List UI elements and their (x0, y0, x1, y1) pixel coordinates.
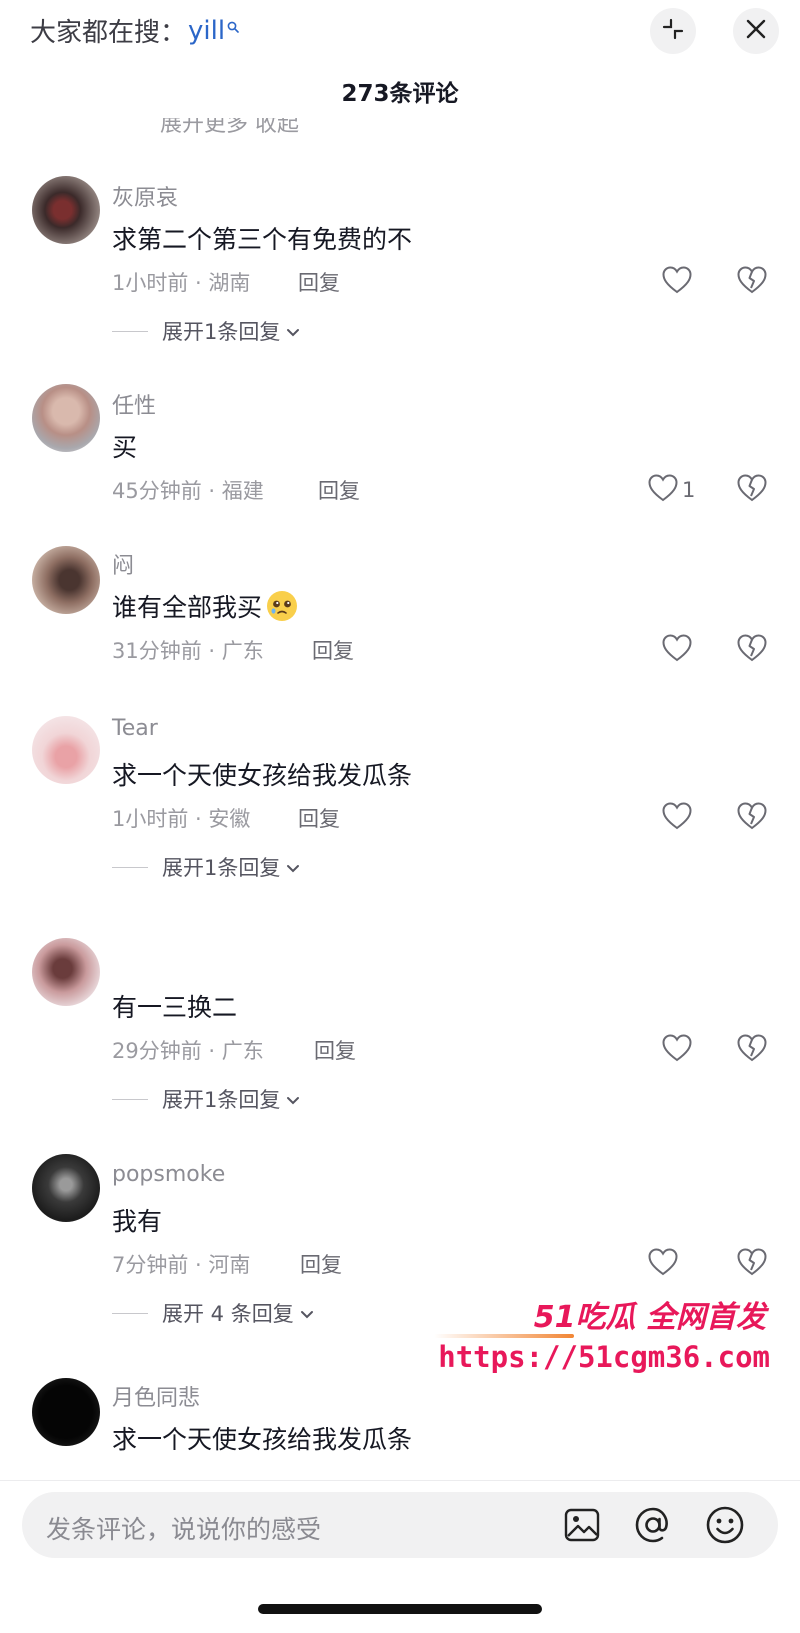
expand-replies[interactable]: 展开1条回复 (112, 316, 300, 346)
dislike-button[interactable] (737, 1248, 767, 1280)
crying-emoji-icon (265, 589, 299, 623)
comment-count-title: 273条评论 (341, 81, 459, 107)
comment-input[interactable]: 发条评论，说说你的感受 (22, 1492, 778, 1558)
like-button[interactable] (662, 802, 692, 834)
dislike-icon (737, 802, 767, 834)
like-button[interactable] (662, 266, 692, 298)
expand-replies-label: 展开1条回复 (162, 1088, 281, 1112)
dislike-icon (737, 634, 767, 666)
reply-button[interactable]: 回复 (314, 1035, 356, 1065)
avatar[interactable] (32, 176, 100, 244)
chevron-down-icon (286, 319, 300, 343)
clipped-previous-actions: 展开更多 收起 (160, 118, 299, 137)
watermark: 51吃瓜 全网首发 https://51cgm36.com (430, 1292, 786, 1392)
comment-text[interactable]: 谁有全部我买 (112, 588, 299, 624)
comment-time-location: 7分钟前 · 河南 (112, 1253, 251, 1277)
reply-button[interactable]: 回复 (312, 635, 354, 665)
avatar[interactable] (32, 384, 100, 452)
like-count: 1 (682, 478, 696, 502)
comment-username[interactable]: popsmoke (112, 1162, 225, 1187)
comment-username[interactable]: 任性 (112, 388, 156, 420)
reply-button[interactable]: 回复 (298, 267, 340, 297)
expand-replies[interactable]: 展开 4 条回复 (112, 1298, 314, 1328)
dislike-icon (737, 1034, 767, 1066)
heart-icon (648, 474, 678, 506)
like-button[interactable] (662, 1034, 692, 1066)
chevron-down-icon (286, 1087, 300, 1111)
reply-button[interactable]: 回复 (298, 803, 340, 833)
dislike-icon (737, 474, 767, 506)
avatar[interactable] (32, 938, 100, 1006)
expand-replies-label: 展开1条回复 (162, 856, 281, 880)
expand-divider (112, 866, 148, 868)
close-button[interactable] (733, 8, 779, 54)
search-hint-keyword[interactable]: yill (188, 16, 225, 46)
comment-text[interactable]: 买 (112, 428, 137, 464)
close-icon (745, 18, 767, 44)
comment-text[interactable]: 求一个天使女孩给我发瓜条 (112, 756, 412, 792)
like-button[interactable] (662, 634, 692, 666)
chevron-down-icon (286, 855, 300, 879)
search-suggestion[interactable]: 大家都在搜： yill (30, 12, 239, 49)
comment-text[interactable]: 我有 (112, 1202, 162, 1238)
dislike-button[interactable] (737, 1034, 767, 1066)
comment-text[interactable]: 求一个天使女孩给我发瓜条 (112, 1420, 412, 1456)
avatar[interactable] (32, 546, 100, 614)
comment-text-content: 谁有全部我买 (112, 593, 263, 622)
like-button[interactable] (648, 1248, 678, 1280)
minimize-icon (661, 17, 685, 45)
heart-icon (662, 266, 692, 298)
comment-username[interactable]: Tear (112, 716, 158, 741)
search-hint-prefix: 大家都在搜： (30, 18, 187, 48)
comment-time-location: 1小时前 · 安徽 (112, 807, 251, 831)
heart-icon (648, 1248, 678, 1280)
comment-time-location: 29分钟前 · 广东 (112, 1039, 264, 1063)
avatar[interactable] (32, 1378, 100, 1446)
like-button[interactable]: 1 (648, 474, 695, 506)
avatar[interactable] (32, 1154, 100, 1222)
expand-replies-label: 展开 4 条回复 (162, 1302, 294, 1326)
reply-button[interactable]: 回复 (318, 475, 360, 505)
comment-time-location: 31分钟前 · 广东 (112, 639, 264, 663)
comment-text[interactable]: 有一三换二 (112, 988, 237, 1024)
expand-replies[interactable]: 展开1条回复 (112, 852, 300, 882)
heart-icon (662, 1034, 692, 1066)
expand-divider (112, 330, 148, 332)
at-icon[interactable] (634, 1506, 672, 1548)
comment-text[interactable]: 求第二个第三个有免费的不 (112, 220, 412, 256)
expand-replies[interactable]: 展开1条回复 (112, 1084, 300, 1114)
watermark-url: https://51cgm36.com (438, 1340, 770, 1374)
minimize-button[interactable] (650, 8, 696, 54)
dislike-button[interactable] (737, 266, 767, 298)
watermark-title: 51吃瓜 全网首发 (533, 1300, 766, 1335)
comment-username[interactable]: 闷 (112, 548, 134, 580)
heart-icon (662, 634, 692, 666)
comment-username[interactable]: 灰原哀 (112, 180, 178, 212)
home-indicator[interactable] (258, 1604, 542, 1614)
expand-replies-label: 展开1条回复 (162, 320, 281, 344)
comment-username[interactable]: 月色同悲 (112, 1380, 200, 1412)
comment-time-location: 45分钟前 · 福建 (112, 479, 264, 503)
reply-button[interactable]: 回复 (300, 1249, 342, 1279)
search-icon (227, 10, 239, 40)
comments-panel: 大家都在搜： yill 273条评论 展开更多 收起 灰原哀 求第二个第三个有免… (0, 0, 800, 1633)
dislike-button[interactable] (737, 634, 767, 666)
dislike-button[interactable] (737, 474, 767, 506)
image-icon[interactable] (564, 1508, 600, 1546)
dislike-button[interactable] (737, 802, 767, 834)
watermark-streak (434, 1334, 574, 1338)
comment-time-location: 1小时前 · 湖南 (112, 271, 251, 295)
avatar[interactable] (32, 716, 100, 784)
expand-divider (112, 1098, 148, 1100)
expand-divider (112, 1312, 148, 1314)
chevron-down-icon (300, 1301, 314, 1325)
dislike-icon (737, 266, 767, 298)
emoji-icon[interactable] (705, 1505, 745, 1549)
dislike-icon (737, 1248, 767, 1280)
heart-icon (662, 802, 692, 834)
comment-input-placeholder: 发条评论，说说你的感受 (46, 1515, 322, 1544)
